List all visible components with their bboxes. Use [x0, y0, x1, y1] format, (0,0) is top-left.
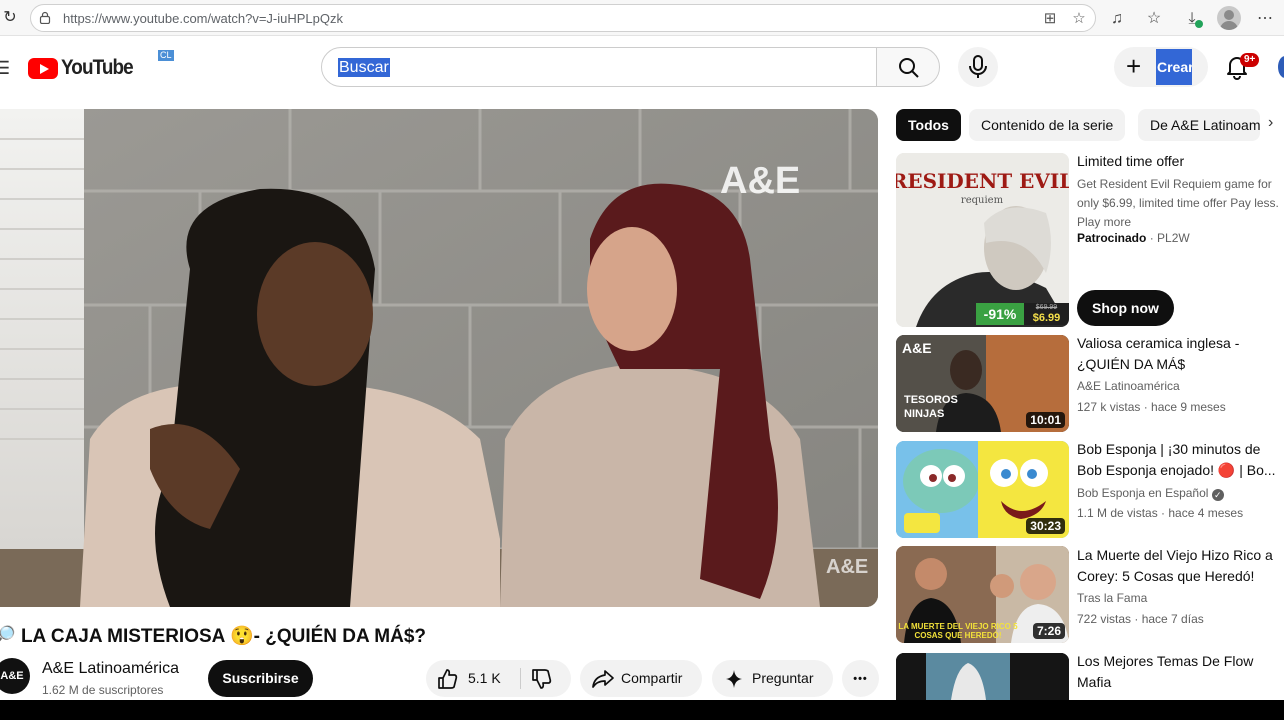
- thumb-tesoros-ninjas: TESOROS NINJAS: [904, 394, 958, 420]
- thumb-artwork: [896, 653, 1069, 700]
- recommendation-channel[interactable]: Bob Esponja en Español ✓: [1077, 486, 1224, 501]
- recommendation-thumbnail[interactable]: A&E TESOROS NINJAS 10:01: [896, 335, 1069, 432]
- account-avatar[interactable]: [1278, 56, 1284, 78]
- media-control-icon[interactable]: ♫: [1106, 8, 1128, 30]
- watch-page: A&E A&E 🔎 LA CAJA MISTERIOSA 😲- ¿QUIÉN D…: [0, 100, 1284, 700]
- title-magnifier-emoji: 🔎: [0, 626, 16, 647]
- ad-thumb-subtitle: requiem: [961, 195, 1004, 206]
- search-icon: [899, 58, 919, 78]
- favorites-icon[interactable]: ☆: [1143, 8, 1165, 30]
- recommendation-channel[interactable]: A&E Latinoamérica: [1077, 379, 1180, 393]
- recommendation-title[interactable]: La Muerte del Viejo Hizo Rico a Corey: 5…: [1077, 545, 1284, 587]
- chip-from-channel[interactable]: De A&E Latinoamérica: [1138, 109, 1260, 141]
- url-text[interactable]: https://www.youtube.com/watch?v=J-iuHPLp…: [63, 11, 343, 26]
- shop-now-button[interactable]: Shop now: [1077, 290, 1174, 326]
- ad-artwork: RESIDENT EVIL requiem: [896, 153, 1069, 327]
- site-info-icon[interactable]: [39, 11, 51, 24]
- browser-toolbar: ↻ https://www.youtube.com/watch?v=J-iuHP…: [0, 0, 1284, 36]
- logo-text: YouTube: [61, 56, 134, 79]
- recommendation-title[interactable]: Valiosa ceramica inglesa - ¿QUIÉN DA MÁ$: [1077, 333, 1284, 375]
- recommendation-meta: 1.1 M de vistas · hace 4 meses: [1077, 506, 1244, 520]
- ae-watermark-bottom: A&E: [826, 556, 868, 578]
- youtube-play-icon: [28, 57, 58, 79]
- subscriber-count: 1.62 M de suscriptores: [42, 683, 164, 697]
- recommendation-title[interactable]: Los Mejores Temas De Flow Mafia: [1077, 651, 1284, 693]
- favorite-star-icon[interactable]: ☆: [1070, 10, 1088, 28]
- share-label: Compartir: [621, 670, 683, 686]
- thumb-ae-logo: A&E: [902, 340, 932, 356]
- voice-search-button[interactable]: [958, 47, 998, 87]
- sparkle-icon: [726, 670, 742, 688]
- ad-title[interactable]: Limited time offer: [1077, 151, 1284, 172]
- video-title-text: LA CAJA MISTERIOSA 😲- ¿QUIÉN DA MÁ$?: [20, 626, 427, 647]
- channel-name[interactable]: A&E Latinoamérica: [42, 660, 179, 678]
- verified-check-icon: ✓: [1211, 489, 1224, 501]
- search-input[interactable]: Buscar: [321, 47, 877, 87]
- reload-icon[interactable]: ↻: [0, 8, 20, 28]
- plus-icon: +: [1126, 51, 1142, 81]
- recommendation-title[interactable]: Bob Esponja | ¡30 minutos de Bob Esponja…: [1077, 439, 1284, 481]
- recommendation-channel[interactable]: Tras la Fama: [1077, 591, 1147, 605]
- chip-series-content[interactable]: Contenido de la serie: [969, 109, 1126, 141]
- microphone-icon: [969, 55, 987, 78]
- chip-todos[interactable]: Todos: [896, 109, 961, 141]
- price-box: $69.99 $6.99: [1024, 303, 1069, 325]
- share-arrow-icon: [592, 670, 614, 688]
- channel-name-text[interactable]: Bob Esponja en Español: [1077, 486, 1208, 500]
- ad-sponsor: Patrocinado · PL2W: [1077, 231, 1190, 245]
- sponsored-label: Patrocinado: [1077, 231, 1147, 245]
- like-thumb-icon[interactable]: [436, 668, 458, 690]
- dislike-thumb-icon[interactable]: [530, 668, 552, 690]
- browser-menu-icon[interactable]: ⋯: [1254, 8, 1276, 30]
- video-duration: 7:26: [1032, 623, 1065, 639]
- share-button[interactable]: Compartir: [580, 660, 702, 697]
- channel-avatar[interactable]: A&E: [0, 658, 30, 694]
- like-divider: [520, 668, 521, 689]
- browser-profile-avatar[interactable]: [1217, 6, 1241, 30]
- discount-badge: -91%: [976, 303, 1024, 325]
- create-button[interactable]: + Crear: [1114, 47, 1208, 87]
- chips-next-chevron-icon[interactable]: ›: [1268, 114, 1273, 132]
- new-price: $6.99: [1032, 312, 1061, 324]
- thumb-caption: LA MUERTE DEL VIEJO RICO 5 COSAS QUE HER…: [898, 622, 1018, 640]
- app-grid-icon[interactable]: ⊞: [1041, 10, 1059, 28]
- region-code: CL: [158, 50, 174, 61]
- video-frame: A&E A&E: [0, 109, 878, 607]
- search-button[interactable]: [876, 47, 940, 87]
- create-label: Crear: [1156, 49, 1192, 85]
- video-title: 🔎 LA CAJA MISTERIOSA 😲- ¿QUIÉN DA MÁ$?: [0, 624, 426, 648]
- recommendation-meta: 722 vistas · hace 7 días: [1077, 612, 1204, 626]
- video-duration: 10:01: [1026, 412, 1065, 428]
- subscribe-button[interactable]: Suscribirse: [208, 660, 313, 697]
- more-actions-button[interactable]: •••: [842, 660, 879, 697]
- recommendation-thumbnail[interactable]: LA MUERTE DEL VIEJO RICO 5 COSAS QUE HER…: [896, 546, 1069, 643]
- address-bar[interactable]: https://www.youtube.com/watch?v=J-iuHPLp…: [30, 4, 1096, 32]
- bottom-black-bar: [0, 700, 1284, 720]
- ad-thumbnail[interactable]: RESIDENT EVIL requiem -91% $69.99 $6.99: [896, 153, 1069, 327]
- old-price: $69.99: [1035, 304, 1058, 311]
- ae-watermark-top: A&E: [720, 160, 800, 202]
- video-duration: 30:23: [1026, 518, 1065, 534]
- recommendation-meta: 127 k vistas · hace 9 meses: [1077, 400, 1226, 414]
- search-input-text[interactable]: Buscar: [338, 58, 390, 77]
- recommendation-thumbnail[interactable]: 30:23: [896, 441, 1069, 538]
- recommendation-thumbnail[interactable]: [896, 653, 1069, 700]
- like-count[interactable]: 5.1 K: [468, 670, 501, 686]
- hamburger-menu-icon[interactable]: ☰: [0, 58, 10, 79]
- youtube-logo[interactable]: YouTube CL: [28, 50, 174, 80]
- ask-button[interactable]: Preguntar: [712, 660, 833, 697]
- like-dislike-group: 5.1 K: [426, 660, 571, 697]
- notifications-badge: 9+: [1240, 53, 1260, 67]
- more-dots-icon: •••: [853, 673, 868, 685]
- download-complete-dot: [1195, 20, 1203, 28]
- video-player[interactable]: A&E A&E: [0, 109, 878, 607]
- ad-thumb-title: RESIDENT EVIL: [896, 169, 1069, 193]
- ad-description: Get Resident Evil Requiem game for only …: [1077, 177, 1279, 229]
- sponsor-separator: ·: [1149, 231, 1158, 245]
- youtube-header: ☰ YouTube CL Buscar + Crear 9+: [0, 36, 1284, 100]
- ask-label: Preguntar: [752, 670, 814, 686]
- sponsor-name: PL2W: [1157, 231, 1190, 245]
